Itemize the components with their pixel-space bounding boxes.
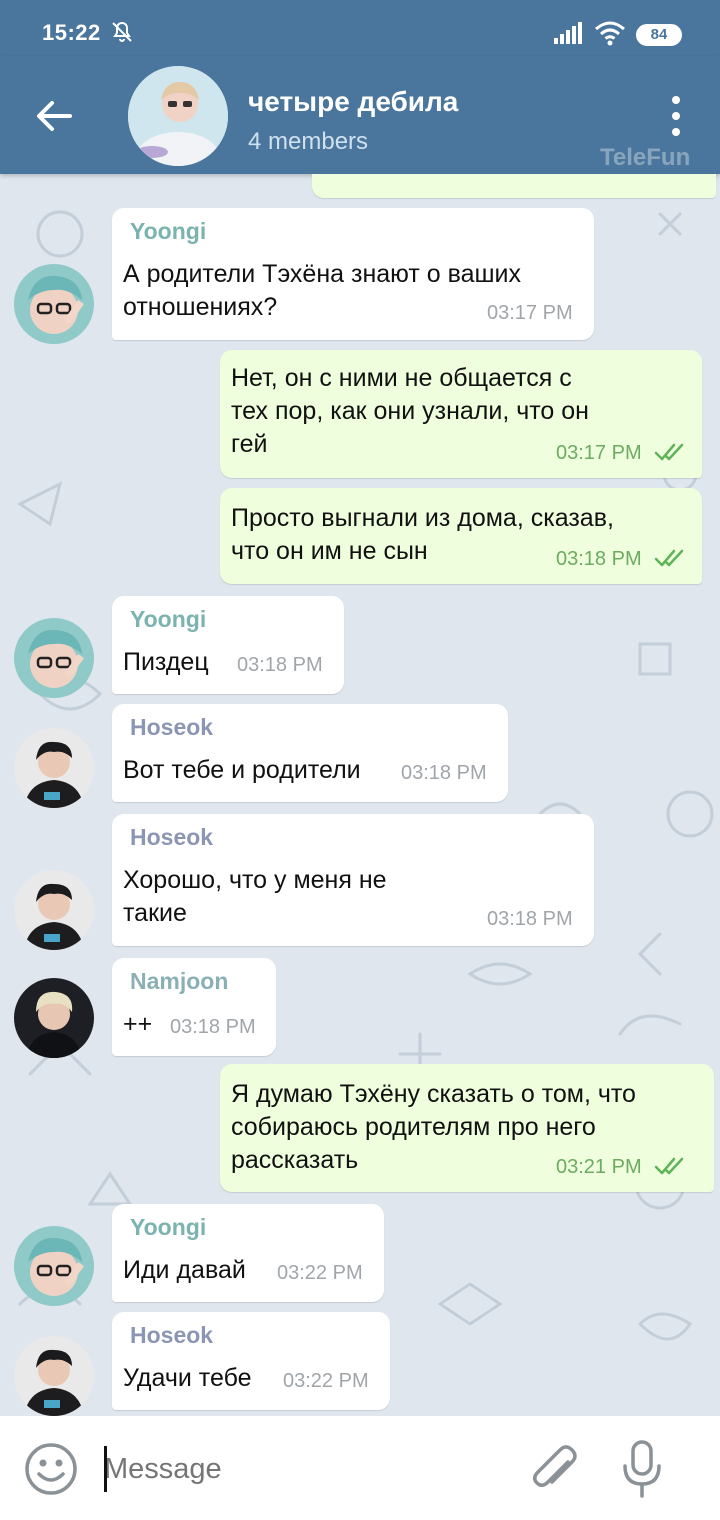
message-bubble[interactable]: Yoongi Иди давай 03:22 PM (112, 1204, 384, 1302)
message-text: ++ (123, 1010, 153, 1038)
double-check-icon (654, 1157, 684, 1175)
avatar-yoongi-image (14, 264, 94, 344)
avatar-namjoon-image (14, 978, 94, 1058)
message-bubble-outgoing[interactable]: Нет, он с ними не общается с тех пор, ка… (220, 350, 702, 478)
text-cursor (104, 1446, 107, 1492)
avatar-yoongi[interactable] (14, 1226, 94, 1306)
group-avatar-image (128, 66, 228, 166)
mute-icon (112, 21, 132, 42)
message-bubble[interactable]: Hoseok Вот тебе и родители 03:18 PM (112, 704, 508, 802)
status-bar: 15:22 84 (0, 0, 720, 56)
double-check-icon (654, 549, 684, 567)
sender-name: Namjoon (130, 968, 229, 994)
status-time: 15:22 (42, 20, 101, 45)
avatar-hoseok[interactable] (14, 870, 94, 950)
message-input[interactable] (104, 1444, 504, 1494)
avatar-hoseok-image (14, 728, 94, 808)
message-time: 03:17 PM (556, 442, 642, 464)
sender-name: Yoongi (130, 218, 207, 244)
message-time: 03:18 PM (170, 1016, 256, 1038)
group-avatar[interactable] (128, 66, 228, 166)
avatar-hoseok-image (14, 1336, 94, 1416)
avatar-hoseok[interactable] (14, 1336, 94, 1416)
avatar-hoseok[interactable] (14, 728, 94, 808)
message-text: Удачи тебе (123, 1364, 252, 1392)
message-bubble-outgoing[interactable]: Просто выгнали из дома, сказав, что он и… (220, 488, 702, 584)
sender-name: Hoseok (130, 714, 214, 740)
chat-members-count[interactable]: 4 members (248, 128, 368, 156)
sender-name: Hoseok (130, 824, 214, 850)
message-text: Нет, он с ними не общается с тех пор, ка… (231, 364, 589, 458)
chat-title: четыре дебила (248, 86, 459, 117)
message-text: А родители Тэхёна знают о ваших отношени… (123, 260, 522, 321)
message-time: 03:18 PM (487, 908, 573, 930)
message-time: 03:18 PM (237, 654, 323, 676)
watermark: TeleFun (600, 144, 691, 171)
message-text: Иди давай (123, 1256, 246, 1284)
mic-icon[interactable] (618, 1438, 666, 1500)
message-time: 03:17 PM (487, 302, 573, 324)
message-bubble[interactable]: Hoseok Хорошо, что у меня не такие 03:18… (112, 814, 594, 946)
message-text: Пиздец (123, 648, 209, 676)
message-time: 03:22 PM (277, 1262, 363, 1284)
avatar-hoseok-image (14, 870, 94, 950)
avatar-yoongi[interactable] (14, 618, 94, 698)
sender-name: Yoongi (130, 1214, 207, 1240)
message-time: 03:21 PM (556, 1156, 642, 1178)
message-time: 03:22 PM (283, 1370, 369, 1392)
double-check-icon (654, 443, 684, 461)
message-bubble-outgoing[interactable]: Я думаю Тэхёну сказать о том, что собира… (220, 1064, 714, 1192)
message-bubble-partial[interactable] (312, 174, 716, 198)
message-text: Вот тебе и родители (123, 756, 361, 784)
wifi-icon (595, 21, 625, 46)
message-bubble[interactable]: Hoseok Удачи тебе 03:22 PM (112, 1312, 390, 1410)
sender-name: Yoongi (130, 606, 207, 632)
more-vertical-icon[interactable] (660, 94, 692, 138)
sender-name: Hoseok (130, 1322, 214, 1348)
message-time: 03:18 PM (556, 548, 642, 570)
emoji-icon[interactable] (24, 1442, 78, 1496)
battery-indicator: 84 (636, 24, 682, 46)
attach-icon[interactable] (528, 1440, 582, 1500)
message-text: Хорошо, что у меня не такие (123, 866, 387, 927)
message-input-bar (0, 1416, 720, 1520)
message-time: 03:18 PM (401, 762, 487, 784)
back-arrow-icon[interactable] (34, 96, 74, 136)
avatar-namjoon[interactable] (14, 978, 94, 1058)
message-bubble[interactable]: Yoongi Пиздец 03:18 PM (112, 596, 344, 694)
message-list[interactable]: Yoongi А родители Тэхёна знают о ваших о… (0, 174, 720, 1416)
message-bubble[interactable]: Namjoon ++ 03:18 PM (112, 958, 276, 1056)
signal-icon (554, 22, 582, 44)
avatar-yoongi-image (14, 618, 94, 698)
message-bubble[interactable]: Yoongi А родители Тэхёна знают о ваших о… (112, 208, 594, 340)
avatar-yoongi-image (14, 1226, 94, 1306)
avatar-yoongi[interactable] (14, 264, 94, 344)
